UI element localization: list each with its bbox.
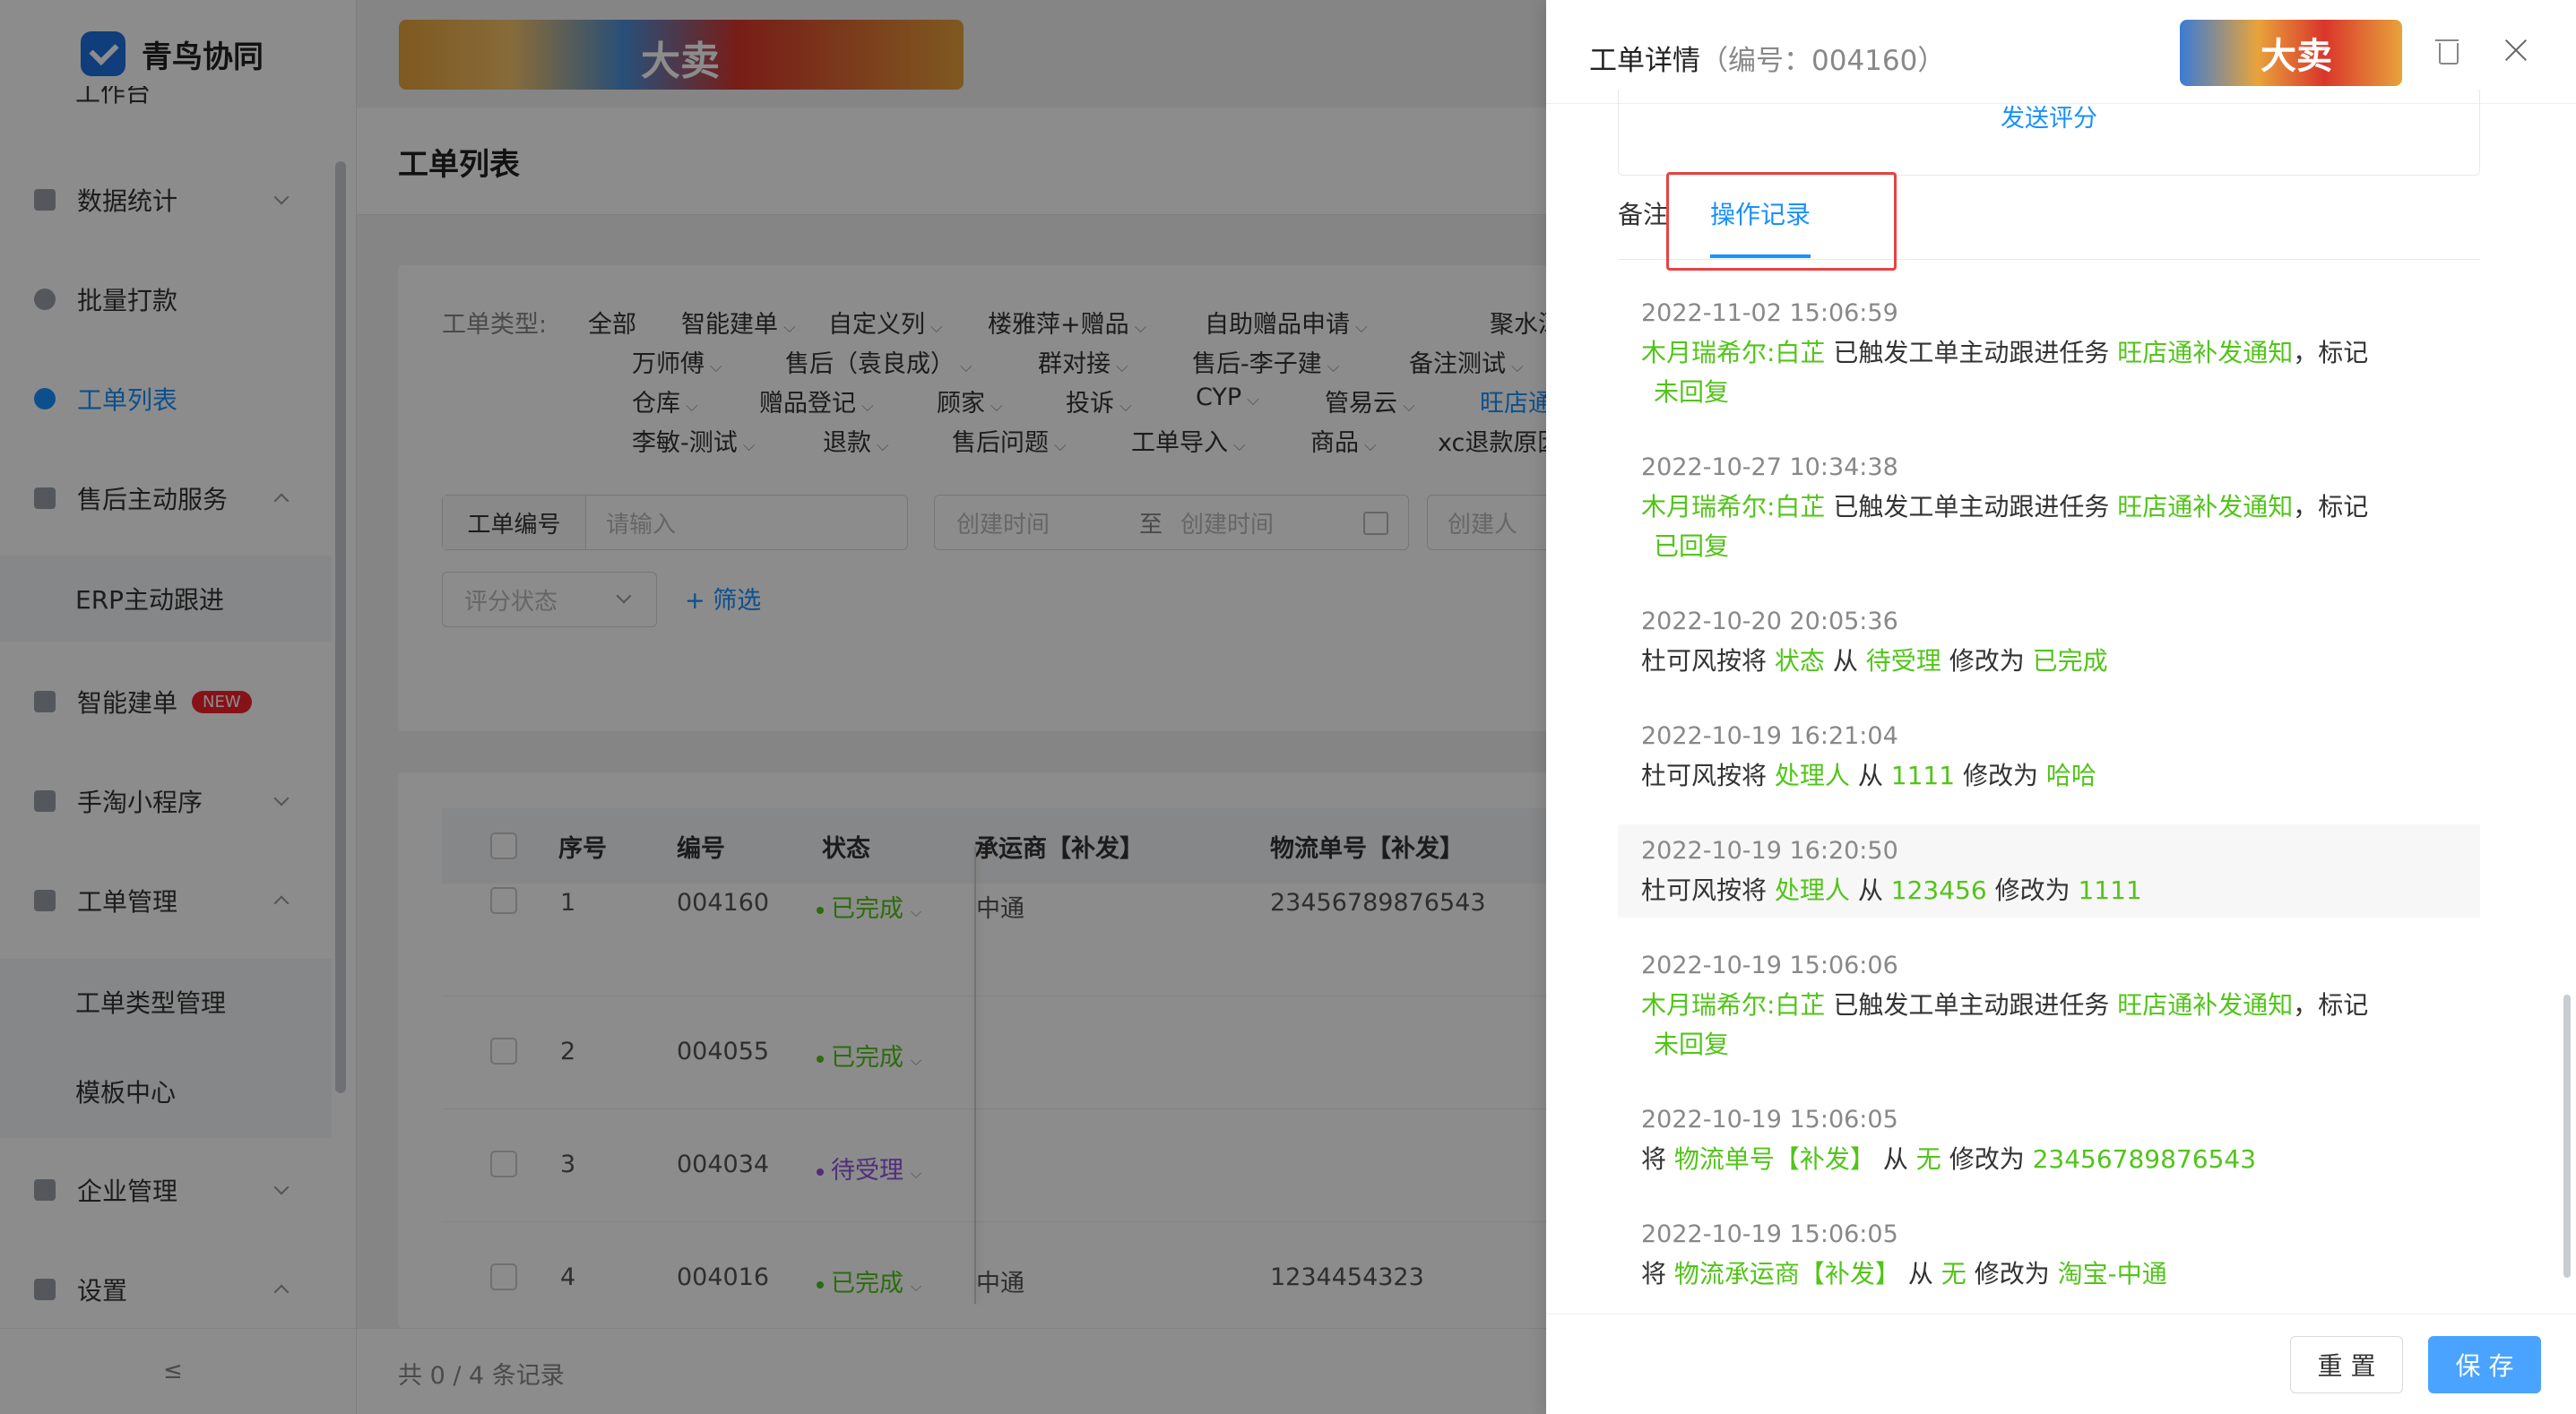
- log-text: 杜可风按将 状态 从 待受理 修改为 已完成: [1641, 646, 2108, 676]
- log-entry: 2022-10-27 10:34:38 木月瑞希尔:白芷 已触发工单主动跟进任务…: [1618, 441, 2480, 573]
- log-text: 杜可风按将 处理人 从 123456 修改为 1111: [1641, 875, 2142, 905]
- annotation-highlight-box: [1666, 172, 1897, 271]
- log-text: 木月瑞希尔:白芷 已触发工单主动跟进任务 旺店通补发通知，标记 未回复: [1641, 990, 2369, 1059]
- send-rating-link[interactable]: 发送评分: [2001, 99, 2097, 134]
- drawer-title-sub: （编号：004160）: [1700, 45, 1946, 77]
- rating-box: 发送评分: [1618, 90, 2480, 176]
- promo-banner[interactable]: 大卖: [2180, 20, 2402, 86]
- log-text: 杜可风按将 处理人 从 1111 修改为 哈哈: [1641, 761, 2096, 790]
- log-text: 木月瑞希尔:白芷 已触发工单主动跟进任务 旺店通补发通知，标记 已回复: [1641, 492, 2369, 561]
- tab-remark[interactable]: 备注: [1618, 195, 1668, 231]
- log-entry: 2022-10-19 15:06:05 将 物流承运商【补发】 从 无 修改为 …: [1618, 1208, 2480, 1301]
- log-time: 2022-10-19 15:06:05: [1641, 1220, 1898, 1248]
- log-time: 2022-10-19 16:21:04: [1641, 722, 1898, 750]
- log-entry: 2022-10-19 15:06:06 木月瑞希尔:白芷 已触发工单主动跟进任务…: [1618, 939, 2480, 1072]
- delete-icon[interactable]: [2435, 36, 2462, 66]
- drawer-scrollbar[interactable]: [2563, 995, 2571, 1278]
- log-entry: 2022-10-19 16:21:04 杜可风按将 处理人 从 1111 修改为…: [1618, 710, 2480, 803]
- log-entry: 2022-10-19 16:20:50 杜可风按将 处理人 从 123456 修…: [1618, 824, 2480, 918]
- modal-mask[interactable]: [0, 0, 1546, 1414]
- log-text: 将 物流单号【补发】 从 无 修改为 23456789876543: [1641, 1144, 2257, 1174]
- log-entry: 2022-10-20 20:05:36 杜可风按将 状态 从 待受理 修改为 已…: [1618, 595, 2480, 688]
- log-time: 2022-10-20 20:05:36: [1641, 608, 1898, 635]
- log-entry: 2022-11-02 15:06:59 木月瑞希尔:白芷 已触发工单主动跟进任务…: [1618, 287, 2480, 419]
- log-time: 2022-10-19 16:20:50: [1641, 837, 1898, 865]
- log-time: 2022-10-19 15:06:06: [1641, 952, 1898, 979]
- log-time: 2022-11-02 15:06:59: [1641, 299, 1898, 327]
- log-text: 木月瑞希尔:白芷 已触发工单主动跟进任务 旺店通补发通知，标记 未回复: [1641, 338, 2369, 407]
- reset-button[interactable]: 重 置: [2290, 1336, 2403, 1393]
- close-icon[interactable]: [2502, 36, 2530, 65]
- drawer-footer: 重 置 保 存: [1546, 1314, 2576, 1414]
- log-time: 2022-10-27 10:34:38: [1641, 453, 1898, 481]
- save-button[interactable]: 保 存: [2428, 1336, 2541, 1393]
- log-time: 2022-10-19 15:06:05: [1641, 1106, 1898, 1134]
- drawer-title: 工单详情（编号：004160）: [1589, 45, 1946, 77]
- log-entry: 2022-10-19 15:06:05 将 物流单号【补发】 从 无 修改为 2…: [1618, 1093, 2480, 1186]
- log-text: 将 物流承运商【补发】 从 无 修改为 淘宝-中通: [1641, 1259, 2167, 1289]
- drawer-header: 工单详情（编号：004160） 大卖: [1546, 0, 2576, 104]
